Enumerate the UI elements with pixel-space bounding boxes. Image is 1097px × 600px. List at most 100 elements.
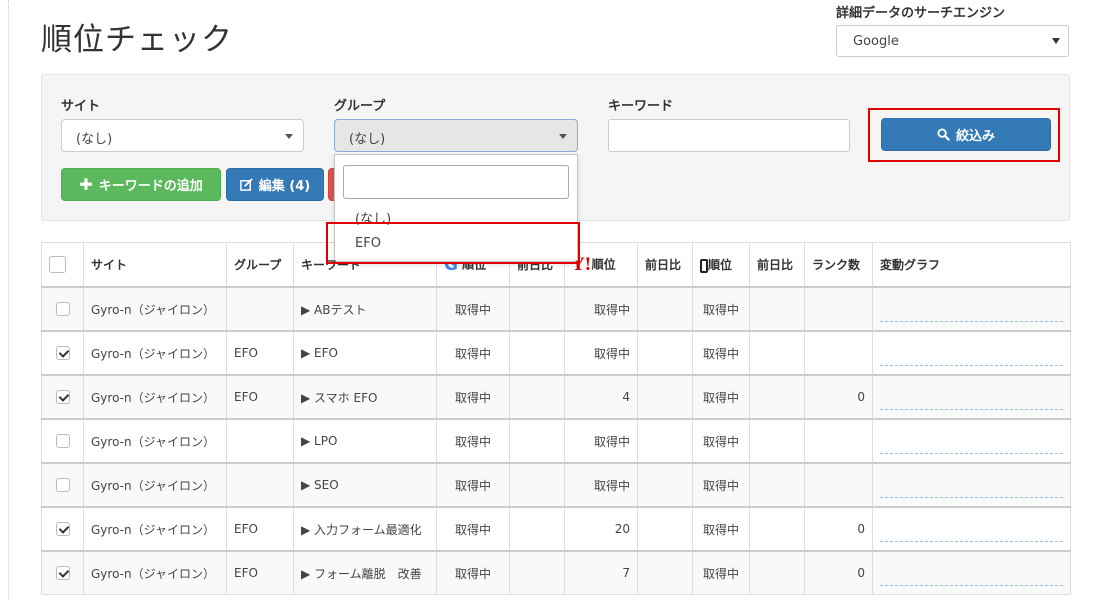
row-checkbox[interactable] (55, 346, 70, 361)
col-header-site[interactable]: サイト (83, 242, 227, 288)
cell-group: EFO (226, 550, 294, 595)
col-header-mobile-prev[interactable]: 前日比 (749, 242, 805, 288)
row-checkbox[interactable] (55, 522, 70, 537)
row-checkbox[interactable] (55, 566, 70, 581)
plus-icon: ✚ (79, 174, 93, 194)
cell-graph (872, 374, 1071, 420)
cell-keyword-link[interactable]: ▶ EFO (293, 330, 437, 376)
cell-yahoo-prev (637, 506, 693, 552)
row-checkbox[interactable] (55, 478, 70, 493)
add-keyword-button-label: キーワードの追加 (98, 179, 203, 194)
table-row[interactable]: Gyro-n（ジャイロン） EFO ▶ EFO 取得中 取得中 取得中 (41, 330, 1071, 376)
row-checkbox-cell (41, 330, 84, 376)
cell-google-rank: 取得中 (436, 330, 510, 376)
cell-google-rank: 取得中 (436, 286, 510, 332)
cell-mobile-prev (749, 418, 805, 464)
table-row[interactable]: Gyro-n（ジャイロン） EFO ▶ スマホ EFO 取得中 4 取得中 0 (41, 374, 1071, 420)
cell-group (226, 286, 294, 332)
row-checkbox-cell (41, 462, 84, 508)
cell-mobile-rank: 取得中 (692, 506, 750, 552)
cell-yahoo-rank: 取得中 (564, 286, 638, 332)
table-row[interactable]: Gyro-n（ジャイロン） EFO ▶ フォーム離脱 改善 取得中 7 取得中 0 (41, 550, 1071, 595)
cell-group (226, 462, 294, 508)
table-row[interactable]: Gyro-n（ジャイロン） ▶ ABテスト 取得中 取得中 取得中 (41, 286, 1071, 332)
cell-site: Gyro-n（ジャイロン） (83, 286, 227, 332)
cell-yahoo-rank: 20 (564, 506, 638, 552)
cell-graph (872, 506, 1071, 552)
cell-site: Gyro-n（ジャイロン） (83, 374, 227, 420)
edit-button[interactable]: 編集 (4) (226, 168, 324, 201)
cell-yahoo-rank: 取得中 (564, 418, 638, 464)
select-all-checkbox-cell (41, 242, 84, 288)
col-header-group[interactable]: グループ (226, 242, 294, 288)
cell-google-prev (509, 286, 565, 332)
cell-google-rank: 取得中 (436, 550, 510, 595)
table-row[interactable]: Gyro-n（ジャイロン） EFO ▶ 入力フォーム最適化 取得中 20 取得中 0 (41, 506, 1071, 552)
cell-yahoo-rank: 取得中 (564, 462, 638, 508)
cell-google-rank: 取得中 (436, 418, 510, 464)
cell-rank-count (804, 330, 873, 376)
sparkline (880, 525, 1063, 542)
cell-keyword-link[interactable]: ▶ SEO (293, 462, 437, 508)
cell-keyword-link[interactable]: ▶ スマホ EFO (293, 374, 437, 420)
cell-mobile-prev (749, 462, 805, 508)
row-checkbox[interactable] (55, 434, 70, 449)
group-select[interactable]: (なし) (334, 119, 578, 152)
caret-down-icon (1052, 38, 1060, 44)
cell-google-prev (509, 418, 565, 464)
keyword-input[interactable] (608, 119, 850, 152)
group-select-value: (なし) (349, 132, 386, 147)
sparkline (880, 437, 1063, 454)
cell-keyword-link[interactable]: ▶ ABテスト (293, 286, 437, 332)
cell-yahoo-rank: 取得中 (564, 330, 638, 376)
cell-google-prev (509, 374, 565, 420)
cell-keyword-link[interactable]: ▶ LPO (293, 418, 437, 464)
cell-keyword-link[interactable]: ▶ フォーム離脱 改善 (293, 550, 437, 595)
table-row[interactable]: Gyro-n（ジャイロン） ▶ LPO 取得中 取得中 取得中 (41, 418, 1071, 464)
cell-keyword-link[interactable]: ▶ 入力フォーム最適化 (293, 506, 437, 552)
cell-site: Gyro-n（ジャイロン） (83, 418, 227, 464)
table-row[interactable]: Gyro-n（ジャイロン） ▶ SEO 取得中 取得中 取得中 (41, 462, 1071, 508)
cell-yahoo-rank: 7 (564, 550, 638, 595)
cell-google-rank: 取得中 (436, 462, 510, 508)
cell-google-rank: 取得中 (436, 506, 510, 552)
cell-group: EFO (226, 330, 294, 376)
sparkline (880, 305, 1063, 322)
cell-mobile-prev (749, 506, 805, 552)
caret-down-icon (559, 134, 567, 139)
cell-yahoo-prev (637, 550, 693, 595)
engine-select[interactable]: Google (836, 25, 1069, 57)
select-all-checkbox[interactable] (49, 256, 66, 273)
row-checkbox[interactable] (55, 390, 70, 405)
add-keyword-button[interactable]: ✚ キーワードの追加 (61, 168, 221, 201)
sparkline (880, 393, 1063, 410)
group-filter-label: グループ (334, 99, 386, 114)
cell-rank-count (804, 286, 873, 332)
col-header-rank-count[interactable]: ランク数 (804, 242, 873, 288)
row-checkbox-cell (41, 506, 84, 552)
cell-rank-count: 0 (804, 506, 873, 552)
cell-group: EFO (226, 506, 294, 552)
col-header-mobile-rank[interactable]: 順位 (692, 242, 750, 288)
cell-mobile-prev (749, 286, 805, 332)
row-checkbox-cell (41, 374, 84, 420)
cell-group: EFO (226, 374, 294, 420)
edit-button-label: 編集 (4) (258, 179, 311, 194)
col-header-yahoo-prev[interactable]: 前日比 (637, 242, 693, 288)
cell-graph (872, 462, 1071, 508)
cell-mobile-rank: 取得中 (692, 418, 750, 464)
site-select[interactable]: (なし) (61, 119, 304, 152)
keyword-table: サイト グループ キーワード▬ G 順位 前日比 Y!順位 前日比 順位 前日比… (41, 242, 1071, 595)
cell-graph (872, 286, 1071, 332)
group-dropdown-search-input[interactable] (343, 165, 569, 199)
cell-graph (872, 550, 1071, 595)
row-checkbox-cell (41, 550, 84, 595)
cell-google-prev (509, 462, 565, 508)
row-checkbox[interactable] (55, 302, 70, 317)
cell-mobile-rank: 取得中 (692, 374, 750, 420)
row-checkbox-cell (41, 286, 84, 332)
cell-mobile-prev (749, 550, 805, 595)
cell-site: Gyro-n（ジャイロン） (83, 550, 227, 595)
cell-mobile-rank: 取得中 (692, 462, 750, 508)
cell-graph (872, 330, 1071, 376)
